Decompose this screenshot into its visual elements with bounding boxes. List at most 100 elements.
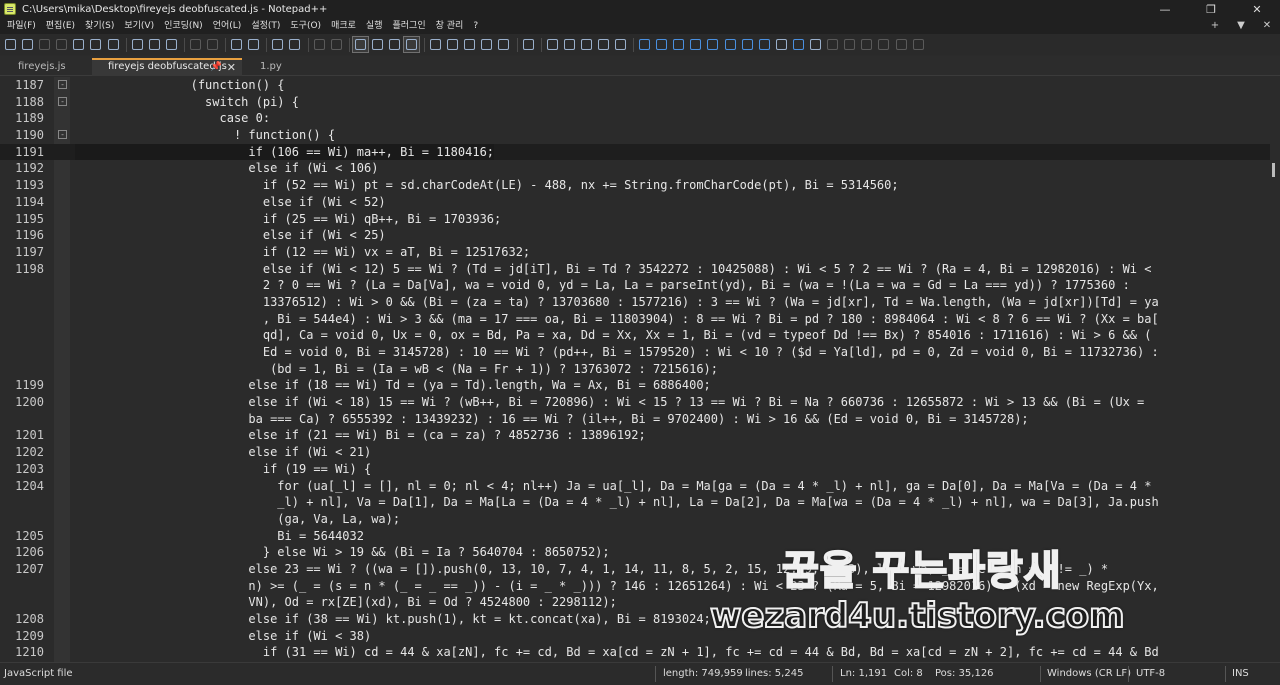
code-line[interactable]: 13376512) : Wi > 0 && (Bi = (za = ta) ? … bbox=[0, 294, 1280, 311]
save-icon[interactable] bbox=[37, 37, 52, 52]
plugin-icon-12[interactable] bbox=[825, 37, 840, 52]
menu-window[interactable]: 창 관리 bbox=[431, 18, 469, 34]
fold-toggle-icon[interactable]: - bbox=[58, 96, 67, 106]
code-line[interactable]: _l) + nl], Va = Da[1], Da = Ma[La = (Da … bbox=[0, 494, 1280, 511]
play-macro-icon[interactable] bbox=[579, 37, 594, 52]
menu-help[interactable]: ? bbox=[468, 18, 483, 34]
plugin-icon-16[interactable] bbox=[894, 37, 909, 52]
scrollbar-thumb[interactable] bbox=[1272, 163, 1275, 177]
replace-icon[interactable] bbox=[246, 37, 261, 52]
plugin-icon-14[interactable] bbox=[859, 37, 874, 52]
plugin-icon-11[interactable] bbox=[808, 37, 823, 52]
code-line[interactable]: (ga, Va, La, wa); bbox=[0, 511, 1280, 528]
plugin-icon-8[interactable] bbox=[757, 37, 772, 52]
maximize-button[interactable]: ❐ bbox=[1188, 0, 1234, 18]
code-line[interactable]: VN), Od = rx[ZE](xd), Bi = Od ? 4524800 … bbox=[0, 594, 1280, 611]
code-line[interactable]: 1191 if (106 == Wi) ma++, Bi = 1180416; bbox=[0, 143, 1280, 161]
print-icon[interactable] bbox=[106, 37, 121, 52]
new-tab-button[interactable]: + bbox=[1202, 18, 1228, 34]
zoom-out-icon[interactable] bbox=[287, 37, 302, 52]
status-encoding[interactable]: UTF-8 bbox=[1136, 668, 1165, 679]
code-line[interactable]: 1202 else if (Wi < 21) bbox=[0, 444, 1280, 461]
document-list-icon[interactable] bbox=[462, 37, 477, 52]
plugin-icon-2[interactable] bbox=[654, 37, 669, 52]
plugin-icon-13[interactable] bbox=[842, 37, 857, 52]
plugin-icon-9[interactable] bbox=[774, 37, 789, 52]
function-list-icon[interactable] bbox=[479, 37, 494, 52]
document-map-icon[interactable] bbox=[445, 37, 460, 52]
code-line[interactable]: 1207 else 23 == Wi ? ((wa = []).push(0, … bbox=[0, 561, 1280, 578]
monitoring-icon[interactable] bbox=[521, 37, 536, 52]
code-line[interactable]: Ed = void 0, Bi = 3145728) : 10 == Wi ? … bbox=[0, 344, 1280, 361]
code-line[interactable]: 1188 - switch (pi) { bbox=[0, 94, 1280, 111]
open-file-icon[interactable] bbox=[20, 37, 35, 52]
cut-icon[interactable] bbox=[130, 37, 145, 52]
plugin-icon-4[interactable] bbox=[688, 37, 703, 52]
save-all-icon[interactable] bbox=[54, 37, 69, 52]
tab-1-py[interactable]: 1.py bbox=[242, 58, 302, 76]
close-all-icon[interactable] bbox=[88, 37, 103, 52]
code-line[interactable]: 1210 if (31 == Wi) cd = 44 & xa[zN], fc … bbox=[0, 644, 1280, 661]
copy-icon[interactable] bbox=[147, 37, 162, 52]
code-line[interactable]: , Bi = 544e4) : Wi > 3 && (ma = 17 === o… bbox=[0, 311, 1280, 328]
sync-vertical-icon[interactable] bbox=[312, 37, 327, 52]
close-document-button[interactable]: ✕ bbox=[1254, 18, 1280, 34]
menu-language[interactable]: 언어(L) bbox=[208, 18, 247, 34]
code-line[interactable]: 1200 else if (Wi < 18) 15 == Wi ? (wB++,… bbox=[0, 394, 1280, 411]
code-line[interactable]: 1190 - ! function() { bbox=[0, 127, 1280, 144]
word-wrap-icon[interactable] bbox=[351, 36, 369, 53]
save-macro-icon[interactable] bbox=[613, 37, 628, 52]
plugin-icon-3[interactable] bbox=[671, 37, 686, 52]
redo-icon[interactable] bbox=[205, 37, 220, 52]
vertical-scrollbar[interactable] bbox=[1270, 77, 1280, 662]
menu-tools[interactable]: 도구(O) bbox=[285, 18, 326, 34]
tab-fireyejs-deobfuscated[interactable]: fireyejs deobfuscated.js 📌 ✕ bbox=[92, 58, 242, 76]
code-line[interactable]: 1189 case 0: bbox=[0, 110, 1280, 127]
code-line[interactable]: 1209 else if (Wi < 38) bbox=[0, 628, 1280, 645]
pin-icon[interactable]: 📌 bbox=[211, 62, 222, 72]
sync-horizontal-icon[interactable] bbox=[329, 37, 344, 52]
code-line[interactable]: 1194 else if (Wi < 52) bbox=[0, 194, 1280, 211]
minimize-button[interactable]: — bbox=[1142, 0, 1188, 18]
plugin-icon-1[interactable] bbox=[637, 37, 652, 52]
menu-encoding[interactable]: 인코딩(N) bbox=[159, 18, 208, 34]
status-eol[interactable]: Windows (CR LF) bbox=[1047, 668, 1131, 679]
plugin-icon-7[interactable] bbox=[740, 37, 755, 52]
code-line[interactable]: 1204 for (ua[_l] = [], nl = 0; nl < 4; n… bbox=[0, 478, 1280, 495]
menu-macro[interactable]: 매크로 bbox=[326, 18, 361, 34]
plugin-icon-6[interactable] bbox=[723, 37, 738, 52]
menu-run[interactable]: 실행 bbox=[361, 18, 388, 34]
plugin-icon-15[interactable] bbox=[876, 37, 891, 52]
code-line[interactable]: 1193 if (52 == Wi) pt = sd.charCodeAt(LE… bbox=[0, 177, 1280, 194]
stop-macro-icon[interactable] bbox=[562, 37, 577, 52]
close-tab-button[interactable]: ✕ bbox=[227, 61, 236, 74]
plugin-icon-10[interactable] bbox=[791, 37, 806, 52]
code-line[interactable]: 1206 } else Wi > 19 && (Bi = Ia ? 564070… bbox=[0, 544, 1280, 561]
new-file-icon[interactable] bbox=[3, 37, 18, 52]
tab-list-dropdown[interactable]: ▼ bbox=[1228, 18, 1254, 34]
language-icon[interactable] bbox=[428, 37, 443, 52]
undo-icon[interactable] bbox=[188, 37, 203, 52]
code-line[interactable]: 2 ? 0 == Wi ? (La = Da[Va], wa = void 0,… bbox=[0, 277, 1280, 294]
code-line[interactable]: 1198 else if (Wi < 12) 5 == Wi ? (Td = j… bbox=[0, 261, 1280, 278]
paste-icon[interactable] bbox=[164, 37, 179, 52]
show-all-characters-icon[interactable] bbox=[370, 37, 385, 52]
menu-plugins[interactable]: 플러그인 bbox=[387, 18, 430, 34]
menu-settings[interactable]: 설정(T) bbox=[246, 18, 285, 34]
code-line[interactable]: 1201 else if (21 == Wi) Bi = (ca = za) ?… bbox=[0, 427, 1280, 444]
code-line[interactable]: n) >= (_ = (s = n * (_ = _ == _)) - (i =… bbox=[0, 578, 1280, 595]
close-window-button[interactable]: ✕ bbox=[1234, 0, 1280, 18]
close-icon[interactable] bbox=[71, 37, 86, 52]
run-macro-multiple-icon[interactable] bbox=[596, 37, 611, 52]
indent-guide-icon[interactable] bbox=[402, 36, 420, 53]
find-icon[interactable] bbox=[229, 37, 244, 52]
folder-as-workspace-icon[interactable] bbox=[496, 37, 511, 52]
code-line[interactable]: (bd = 1, Bi = (Ia = wB < (Na = Fr + 1)) … bbox=[0, 361, 1280, 378]
show-chars-dropdown-icon[interactable] bbox=[387, 37, 402, 52]
menu-search[interactable]: 찾기(S) bbox=[80, 18, 119, 34]
fold-toggle-icon[interactable]: - bbox=[58, 80, 67, 89]
code-line[interactable]: 1187 - (function() { bbox=[0, 77, 1280, 94]
record-macro-icon[interactable] bbox=[545, 37, 560, 52]
code-line[interactable]: 1195 if (25 == Wi) qB++, Bi = 1703936; bbox=[0, 211, 1280, 228]
menu-view[interactable]: 보기(V) bbox=[119, 18, 159, 34]
